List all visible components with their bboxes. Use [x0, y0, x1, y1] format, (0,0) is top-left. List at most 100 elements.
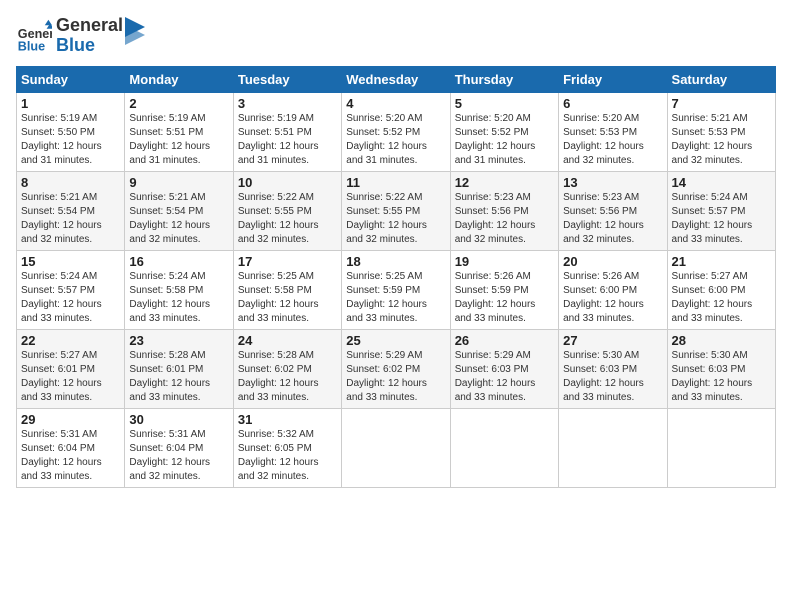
calendar-cell: 23Sunrise: 5:28 AMSunset: 6:01 PMDayligh…	[125, 329, 233, 408]
day-info: Sunrise: 5:29 AMSunset: 6:03 PMDaylight:…	[455, 349, 554, 405]
daylight-extra: and 32 minutes.	[129, 471, 200, 482]
calendar-cell	[559, 408, 667, 487]
daylight-extra: and 32 minutes.	[563, 234, 634, 245]
daylight-text: Daylight: 12 hours	[238, 378, 319, 389]
daylight-extra: and 31 minutes.	[346, 155, 417, 166]
day-info: Sunrise: 5:26 AMSunset: 5:59 PMDaylight:…	[455, 270, 554, 326]
calendar-cell: 21Sunrise: 5:27 AMSunset: 6:00 PMDayligh…	[667, 250, 775, 329]
day-number: 3	[238, 96, 337, 111]
calendar-cell: 29Sunrise: 5:31 AMSunset: 6:04 PMDayligh…	[17, 408, 125, 487]
daylight-extra: and 31 minutes.	[129, 155, 200, 166]
day-number: 5	[455, 96, 554, 111]
day-header-wednesday: Wednesday	[342, 66, 450, 92]
day-number: 16	[129, 254, 228, 269]
day-number: 12	[455, 175, 554, 190]
daylight-extra: and 33 minutes.	[238, 392, 309, 403]
daylight-extra: and 33 minutes.	[21, 471, 92, 482]
day-number: 9	[129, 175, 228, 190]
sunrise-text: Sunrise: 5:25 AM	[238, 271, 314, 282]
sunrise-text: Sunrise: 5:28 AM	[129, 350, 205, 361]
daylight-text: Daylight: 12 hours	[672, 141, 753, 152]
daylight-extra: and 33 minutes.	[129, 392, 200, 403]
day-info: Sunrise: 5:22 AMSunset: 5:55 PMDaylight:…	[346, 191, 445, 247]
daylight-extra: and 32 minutes.	[563, 155, 634, 166]
calendar-cell: 8Sunrise: 5:21 AMSunset: 5:54 PMDaylight…	[17, 171, 125, 250]
daylight-extra: and 33 minutes.	[238, 313, 309, 324]
calendar-cell: 14Sunrise: 5:24 AMSunset: 5:57 PMDayligh…	[667, 171, 775, 250]
calendar-header-row: SundayMondayTuesdayWednesdayThursdayFrid…	[17, 66, 776, 92]
daylight-text: Daylight: 12 hours	[21, 141, 102, 152]
daylight-extra: and 33 minutes.	[672, 234, 743, 245]
sunset-text: Sunset: 6:03 PM	[672, 364, 746, 375]
daylight-extra: and 33 minutes.	[21, 313, 92, 324]
day-number: 19	[455, 254, 554, 269]
daylight-text: Daylight: 12 hours	[129, 378, 210, 389]
day-info: Sunrise: 5:19 AM Sunset: 5:50 PM Daylight:…	[21, 112, 120, 168]
day-info: Sunrise: 5:23 AMSunset: 5:56 PMDaylight:…	[563, 191, 662, 247]
day-info: Sunrise: 5:20 AMSunset: 5:52 PMDaylight:…	[455, 112, 554, 168]
sunrise-text: Sunrise: 5:24 AM	[129, 271, 205, 282]
day-number: 23	[129, 333, 228, 348]
calendar-cell: 26Sunrise: 5:29 AMSunset: 6:03 PMDayligh…	[450, 329, 558, 408]
calendar-cell: 6Sunrise: 5:20 AMSunset: 5:53 PMDaylight…	[559, 92, 667, 171]
daylight-text: Daylight: 12 hours	[238, 299, 319, 310]
calendar-cell: 16Sunrise: 5:24 AMSunset: 5:58 PMDayligh…	[125, 250, 233, 329]
day-info: Sunrise: 5:31 AMSunset: 6:04 PMDaylight:…	[129, 428, 228, 484]
daylight-extra: and 32 minutes.	[238, 234, 309, 245]
sunset-text: Sunset: 5:58 PM	[129, 285, 203, 296]
daylight-extra: and 31 minutes.	[455, 155, 526, 166]
daylight-text: Daylight: 12 hours	[455, 378, 536, 389]
sunset-text: Sunset: 6:02 PM	[238, 364, 312, 375]
daylight-text: Daylight: 12 hours	[238, 141, 319, 152]
calendar-cell: 24Sunrise: 5:28 AMSunset: 6:02 PMDayligh…	[233, 329, 341, 408]
sunrise-text: Sunrise: 5:28 AM	[238, 350, 314, 361]
daylight-extra: and 31 minutes.	[238, 155, 309, 166]
calendar-table: SundayMondayTuesdayWednesdayThursdayFrid…	[16, 66, 776, 488]
sunset-text: Sunset: 5:50 PM	[21, 127, 95, 138]
sunset-text: Sunset: 5:57 PM	[672, 206, 746, 217]
day-number: 22	[21, 333, 120, 348]
day-info: Sunrise: 5:30 AMSunset: 6:03 PMDaylight:…	[563, 349, 662, 405]
sunrise-text: Sunrise: 5:20 AM	[563, 113, 639, 124]
logo-icon: General Blue	[16, 18, 52, 54]
sunset-text: Sunset: 5:57 PM	[21, 285, 95, 296]
daylight-extra: and 33 minutes.	[21, 392, 92, 403]
day-info: Sunrise: 5:21 AMSunset: 5:54 PMDaylight:…	[21, 191, 120, 247]
calendar-cell: 30Sunrise: 5:31 AMSunset: 6:04 PMDayligh…	[125, 408, 233, 487]
day-header-friday: Friday	[559, 66, 667, 92]
sunrise-text: Sunrise: 5:23 AM	[455, 192, 531, 203]
day-info: Sunrise: 5:21 AMSunset: 5:54 PMDaylight:…	[129, 191, 228, 247]
daylight-text: Daylight: 12 hours	[672, 378, 753, 389]
sunrise-text: Sunrise: 5:29 AM	[455, 350, 531, 361]
daylight-text: Daylight: 12 hours	[563, 220, 644, 231]
daylight-extra: and 33 minutes.	[129, 313, 200, 324]
day-number: 2	[129, 96, 228, 111]
calendar-cell: 11Sunrise: 5:22 AMSunset: 5:55 PMDayligh…	[342, 171, 450, 250]
day-number: 29	[21, 412, 120, 427]
calendar-cell: 20Sunrise: 5:26 AMSunset: 6:00 PMDayligh…	[559, 250, 667, 329]
daylight-text: Daylight: 12 hours	[672, 220, 753, 231]
daylight-text: Daylight: 12 hours	[129, 141, 210, 152]
day-info: Sunrise: 5:19 AMSunset: 5:51 PMDaylight:…	[129, 112, 228, 168]
sunrise-text: Sunrise: 5:31 AM	[129, 429, 205, 440]
logo-arrow-icon	[125, 17, 145, 47]
daylight-text: Daylight: 12 hours	[21, 299, 102, 310]
sunset-text: Sunset: 6:01 PM	[21, 364, 95, 375]
day-info: Sunrise: 5:20 AMSunset: 5:52 PMDaylight:…	[346, 112, 445, 168]
svg-text:Blue: Blue	[18, 39, 45, 53]
calendar-body: 1Sunrise: 5:19 AMSunset: 5:50 PMDaylight…	[17, 92, 776, 487]
sunrise-text: Sunrise: 5:30 AM	[563, 350, 639, 361]
daylight-text: Daylight: 12 hours	[346, 141, 427, 152]
day-number: 21	[672, 254, 771, 269]
sunrise-text: Sunrise: 5:21 AM	[672, 113, 748, 124]
daylight-text: Daylight: 12 hours	[129, 220, 210, 231]
sunset-text: Sunset: 6:03 PM	[563, 364, 637, 375]
sunrise-text: Sunrise: 5:19 AM	[21, 113, 97, 124]
sunset-text: Sunset: 5:52 PM	[455, 127, 529, 138]
daylight-extra: and 32 minutes.	[238, 471, 309, 482]
daylight-extra: and 33 minutes.	[346, 313, 417, 324]
daylight-extra: and 32 minutes.	[455, 234, 526, 245]
daylight-text: Daylight: 12 hours	[21, 220, 102, 231]
sunrise-text: Sunrise: 5:19 AM	[238, 113, 314, 124]
calendar-cell: 31Sunrise: 5:32 AMSunset: 6:05 PMDayligh…	[233, 408, 341, 487]
